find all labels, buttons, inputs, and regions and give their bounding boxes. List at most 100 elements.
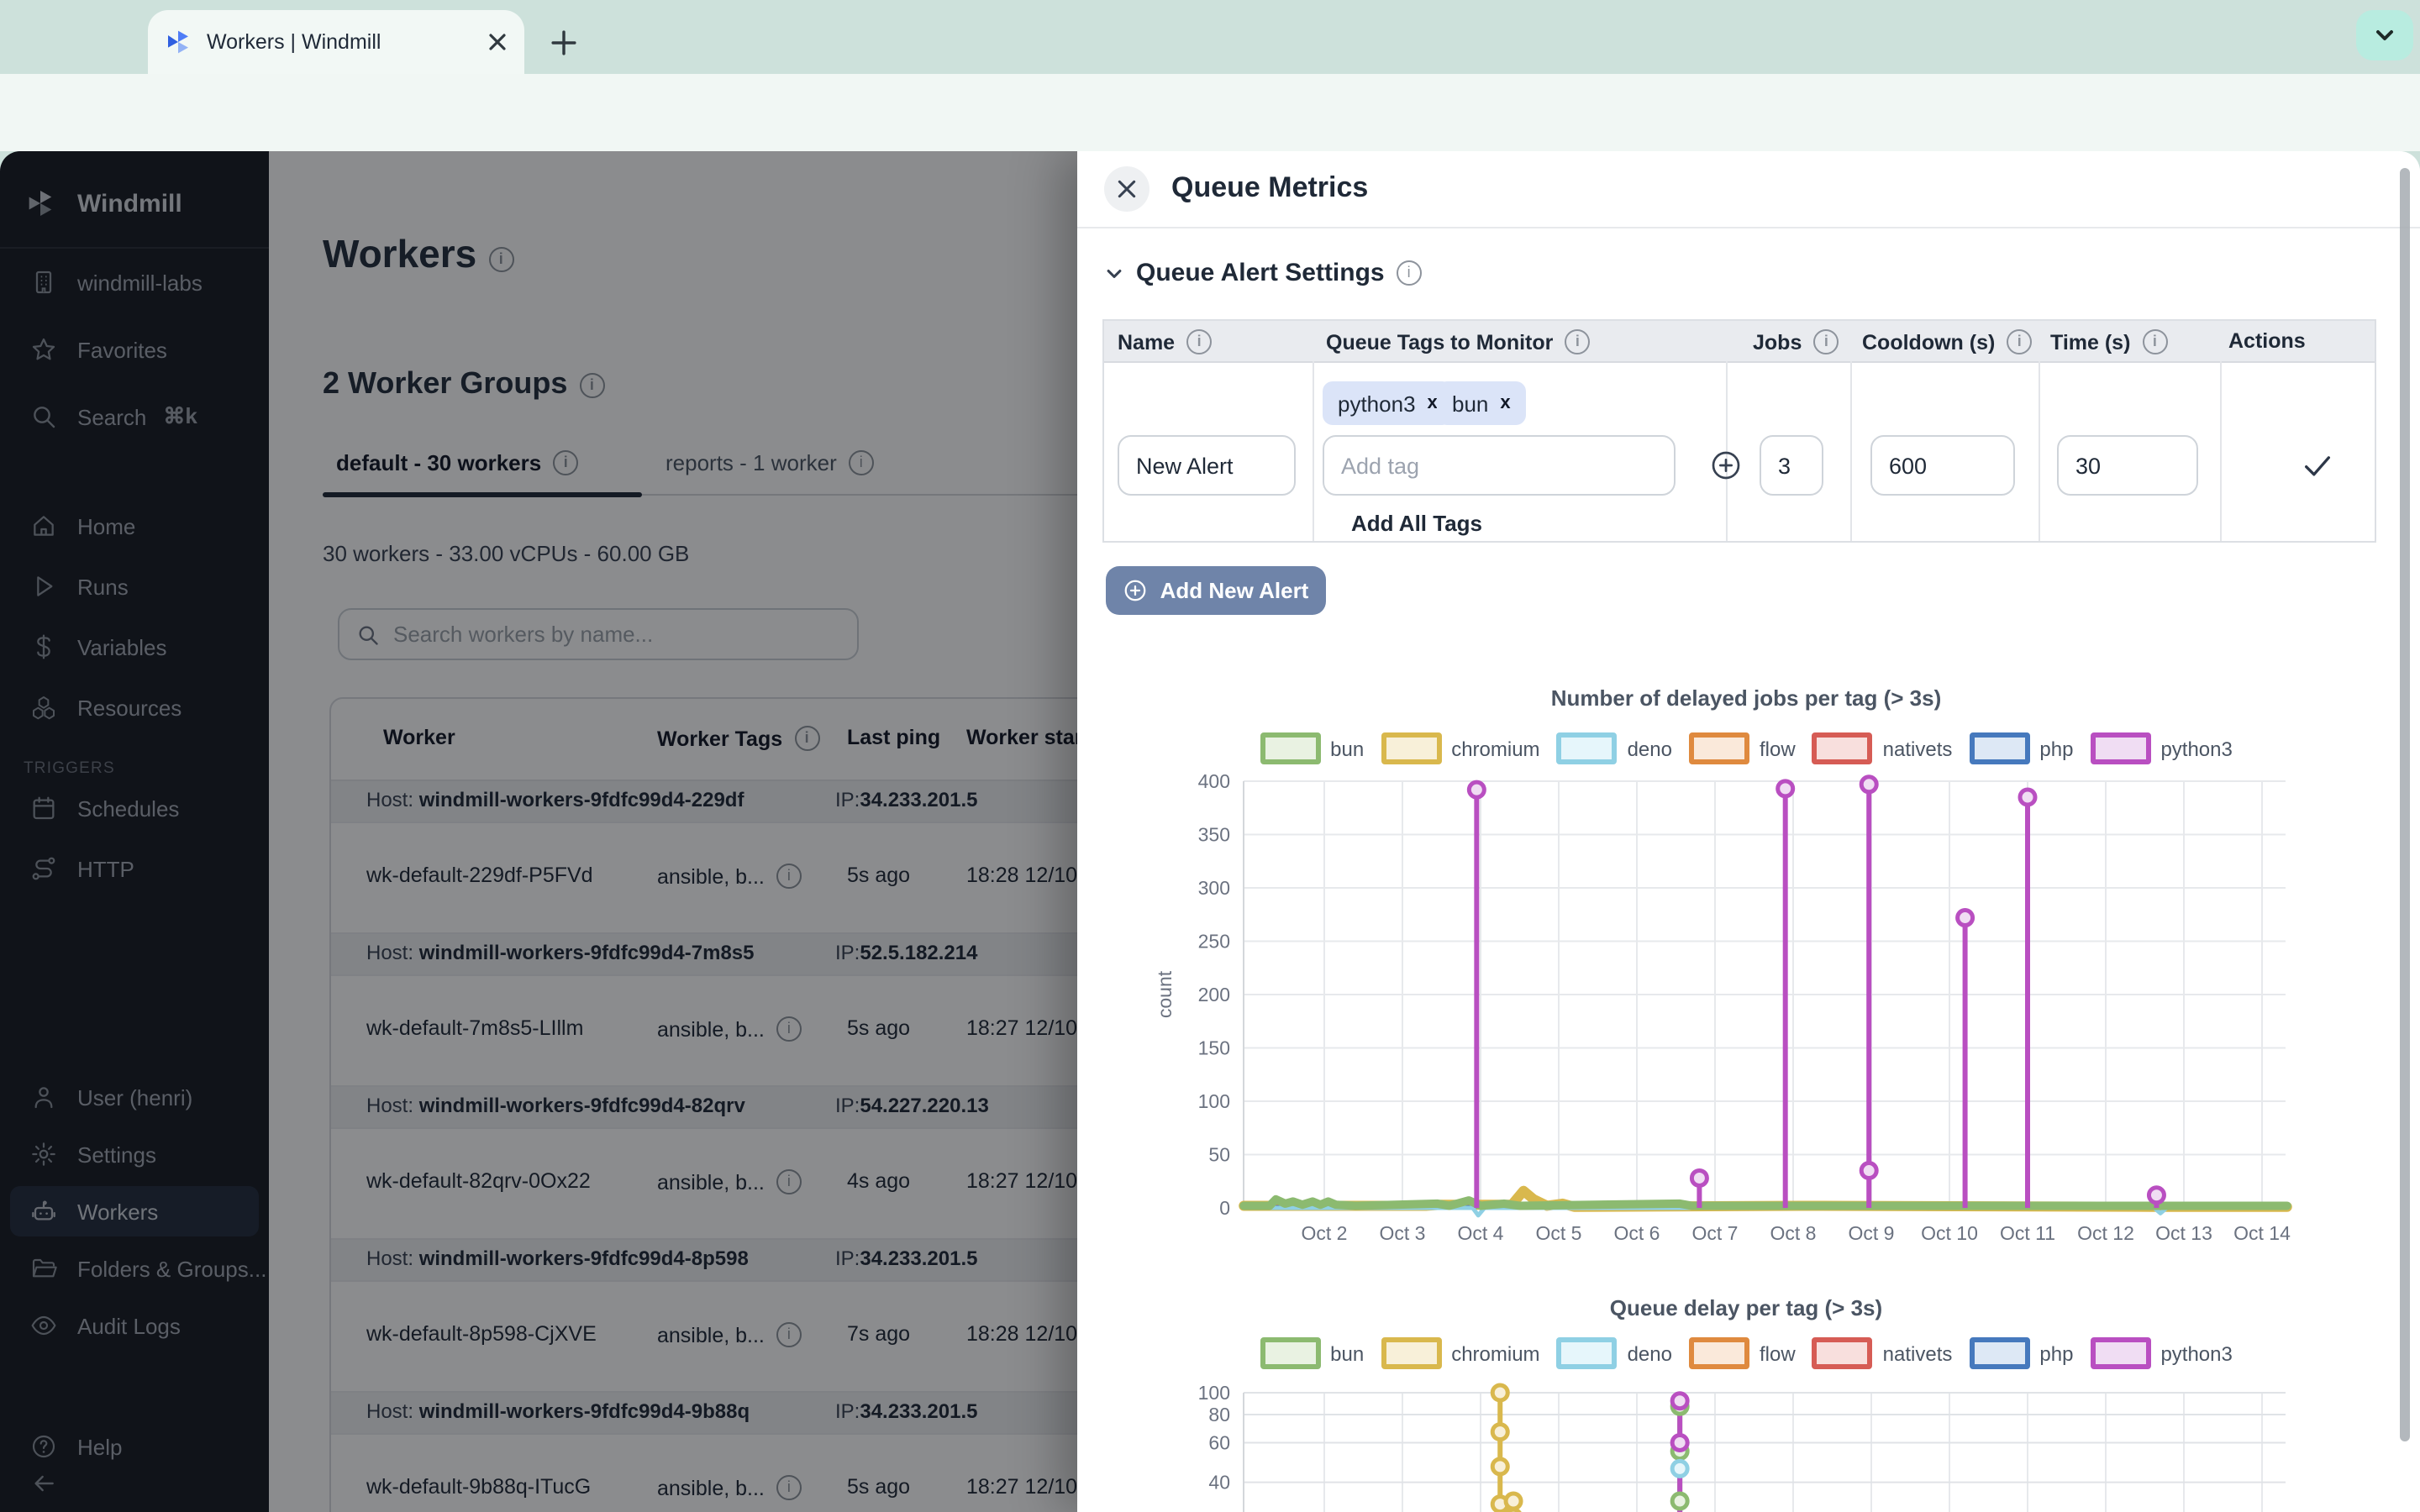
- page-content: Windmill windmill-labs Favorites Search …: [0, 151, 2420, 1512]
- info-icon[interactable]: i: [1397, 260, 1422, 286]
- legend-label: flow: [1760, 1341, 1796, 1365]
- legend-item-flow[interactable]: flow: [1689, 732, 1796, 764]
- remove-tag-icon[interactable]: x: [1428, 393, 1438, 413]
- svg-text:count: count: [1154, 970, 1176, 1018]
- legend-item-nativets[interactable]: nativets: [1812, 1337, 1953, 1369]
- legend-label: nativets: [1883, 1341, 1953, 1365]
- svg-text:Oct 8: Oct 8: [1770, 1222, 1817, 1244]
- svg-text:100: 100: [1198, 1382, 1230, 1404]
- legend-label: chromium: [1451, 1341, 1539, 1365]
- tab-title: Workers | Windmill: [207, 30, 487, 54]
- time-input[interactable]: 30: [2057, 435, 2198, 496]
- add-tag-plus-icon[interactable]: [1709, 449, 1743, 482]
- legend-label: python3: [2160, 737, 2232, 760]
- svg-text:Oct 6: Oct 6: [1614, 1222, 1660, 1244]
- svg-text:Oct 11: Oct 11: [2000, 1222, 2055, 1244]
- alert-name-input[interactable]: New Alert: [1118, 435, 1296, 496]
- legend-label: chromium: [1451, 737, 1539, 760]
- svg-text:Oct 12: Oct 12: [2077, 1222, 2134, 1244]
- svg-text:Oct 7: Oct 7: [1692, 1222, 1739, 1244]
- legend-swatch: [1969, 732, 2029, 764]
- legend-item-python3[interactable]: python3: [2090, 1337, 2232, 1369]
- legend-item-flow[interactable]: flow: [1689, 1337, 1796, 1369]
- queue-alert-settings-section[interactable]: Queue Alert Settings i: [1104, 259, 1422, 287]
- svg-text:200: 200: [1198, 984, 1230, 1005]
- tab-close-icon[interactable]: [487, 32, 508, 52]
- drawer-title: Queue Metrics: [1171, 171, 1368, 205]
- svg-text:0: 0: [1219, 1197, 1230, 1219]
- svg-text:Oct 9: Oct 9: [1849, 1222, 1895, 1244]
- alert-settings-table: Namei Queue Tags to Monitori Jobsi Coold…: [1102, 319, 2376, 543]
- svg-text:Oct 14: Oct 14: [2233, 1222, 2291, 1244]
- legend-swatch: [1969, 1337, 2029, 1369]
- svg-text:40: 40: [1208, 1472, 1230, 1494]
- add-all-tags-link[interactable]: Add All Tags: [1351, 511, 1482, 536]
- legend-label: php: [2039, 1341, 2073, 1365]
- windmill-favicon-icon: [165, 29, 192, 55]
- queue-metrics-drawer: Queue Metrics Queue Alert Settings i Nam…: [1077, 151, 2420, 1512]
- legend-label: python3: [2160, 1341, 2232, 1365]
- browser-window: Workers | Windmill app.windmill.dev/work…: [0, 0, 2420, 1512]
- legend-label: deno: [1628, 737, 1672, 760]
- svg-text:Oct 10: Oct 10: [1921, 1222, 1978, 1244]
- legend-item-python3[interactable]: python3: [2090, 732, 2232, 764]
- legend-item-bun[interactable]: bun: [1260, 732, 1364, 764]
- svg-text:300: 300: [1198, 877, 1230, 899]
- legend-item-bun[interactable]: bun: [1260, 1337, 1364, 1369]
- legend-swatch: [1260, 1337, 1320, 1369]
- cooldown-input[interactable]: 600: [1870, 435, 2015, 496]
- chart2-legend: bun chromium deno flow nativets php python3: [1091, 1337, 2402, 1369]
- svg-text:80: 80: [1208, 1404, 1230, 1425]
- chart2-title: Queue delay per tag (> 3s): [1091, 1295, 2402, 1320]
- legend-swatch: [1381, 732, 1441, 764]
- drawer-scrollbar[interactable]: [2400, 168, 2410, 1441]
- jobs-input[interactable]: 3: [1760, 435, 1823, 496]
- svg-text:50: 50: [1208, 1144, 1230, 1166]
- column-divider: [2220, 361, 2222, 541]
- chevron-down-icon: [1104, 263, 1124, 283]
- drawer-backdrop[interactable]: [0, 151, 1077, 1512]
- tag-chip-bun[interactable]: bunx: [1437, 381, 1526, 425]
- add-tag-input[interactable]: Add tag: [1323, 435, 1676, 496]
- legend-item-deno[interactable]: deno: [1557, 1337, 1672, 1369]
- legend-swatch: [1689, 732, 1749, 764]
- legend-item-chromium[interactable]: chromium: [1381, 1337, 1539, 1369]
- legend-item-php[interactable]: php: [1969, 1337, 2073, 1369]
- info-icon: i: [1565, 329, 1590, 354]
- queue-delay-chart: 10080 60 40: [1091, 1374, 2402, 1512]
- browser-tab[interactable]: Workers | Windmill: [148, 10, 524, 74]
- column-divider: [2039, 361, 2040, 541]
- legend-swatch: [1260, 732, 1320, 764]
- tag-chip-python3[interactable]: python3x: [1323, 381, 1453, 425]
- legend-label: bun: [1330, 1341, 1364, 1365]
- confirm-alert-icon[interactable]: [2301, 449, 2334, 482]
- svg-text:250: 250: [1198, 931, 1230, 953]
- svg-text:60: 60: [1208, 1431, 1230, 1453]
- svg-text:150: 150: [1198, 1037, 1230, 1059]
- remove-tag-icon[interactable]: x: [1500, 393, 1510, 413]
- info-icon: i: [2007, 329, 2032, 354]
- svg-text:Oct 2: Oct 2: [1302, 1222, 1348, 1244]
- legend-swatch: [1381, 1337, 1441, 1369]
- legend-item-deno[interactable]: deno: [1557, 732, 1672, 764]
- tab-list-chevron-button[interactable]: [2356, 10, 2413, 60]
- close-drawer-button[interactable]: [1104, 166, 1150, 212]
- legend-label: php: [2039, 737, 2073, 760]
- legend-swatch: [1557, 732, 1618, 764]
- svg-text:Oct 4: Oct 4: [1458, 1222, 1504, 1244]
- browser-toolbar: app.windmill.dev/workers: [0, 74, 2420, 151]
- legend-swatch: [1557, 1337, 1618, 1369]
- svg-text:Oct 13: Oct 13: [2155, 1222, 2212, 1244]
- new-tab-button[interactable]: [541, 20, 585, 64]
- legend-item-php[interactable]: php: [1969, 732, 2073, 764]
- svg-text:Oct 3: Oct 3: [1380, 1222, 1426, 1244]
- legend-label: deno: [1628, 1341, 1672, 1365]
- svg-text:100: 100: [1198, 1090, 1230, 1112]
- info-icon: i: [2142, 329, 2167, 354]
- column-divider: [1850, 361, 1852, 541]
- add-new-alert-button[interactable]: Add New Alert: [1106, 566, 1326, 615]
- legend-item-chromium[interactable]: chromium: [1381, 732, 1539, 764]
- legend-item-nativets[interactable]: nativets: [1812, 732, 1953, 764]
- legend-swatch: [2090, 1337, 2150, 1369]
- legend-swatch: [1812, 1337, 1873, 1369]
